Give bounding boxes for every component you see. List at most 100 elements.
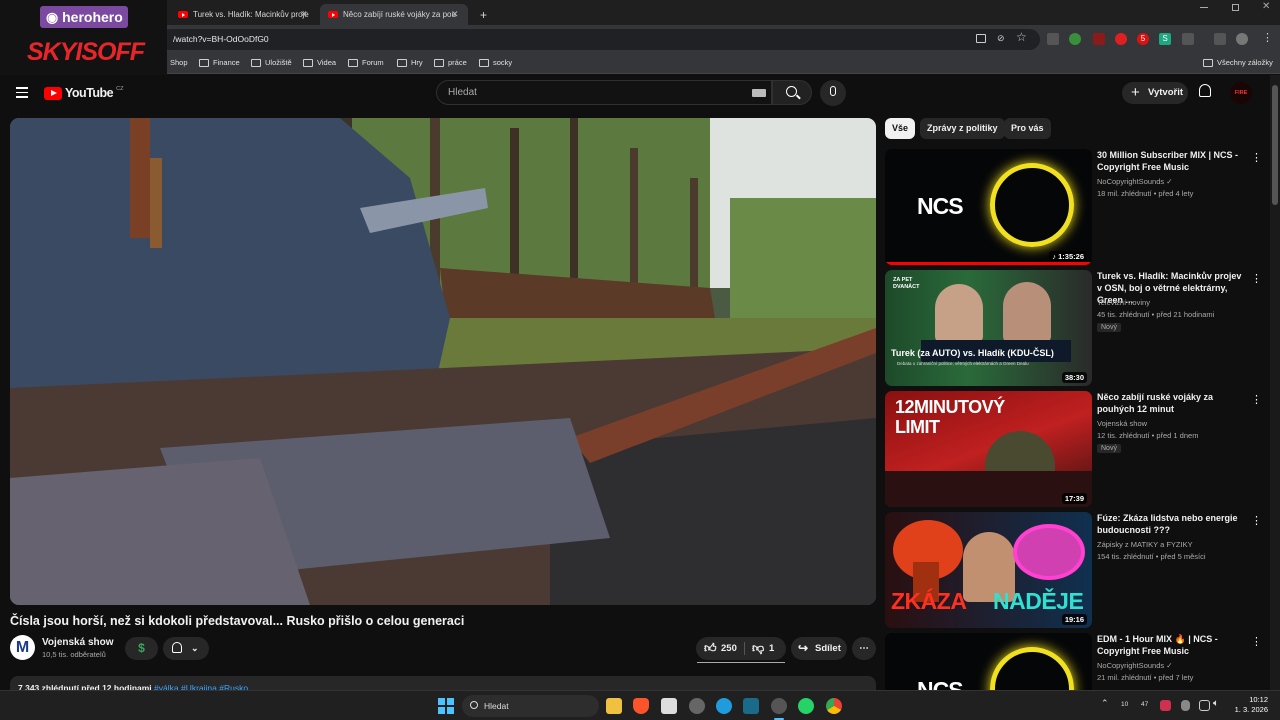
like-dislike-group: 👍︎ 250 👎︎ 1 bbox=[696, 637, 786, 660]
bookmark-socky[interactable]: socky bbox=[479, 58, 512, 67]
channel-name[interactable]: Vojenská show bbox=[1097, 419, 1147, 428]
video-thumbnail[interactable]: 12MINUTOVÝ LIMIT 17:39 bbox=[885, 391, 1092, 507]
create-button[interactable]: + Vytvořit bbox=[1122, 82, 1188, 104]
tab-close-icon[interactable]: ✕ bbox=[451, 4, 459, 25]
eye-off-icon[interactable]: ⊘ bbox=[997, 33, 1005, 44]
video-title[interactable]: Fúze: Zkáza lidstva nebo energie budoucn… bbox=[1097, 512, 1245, 536]
chrome-icon[interactable] bbox=[826, 698, 842, 714]
search-button[interactable] bbox=[772, 80, 812, 105]
taskbar-search[interactable]: Hledat bbox=[462, 695, 599, 717]
thumbs-down-icon[interactable]: 👎︎ bbox=[752, 637, 764, 660]
tab-close-icon[interactable]: ✕ bbox=[300, 4, 308, 25]
app-icon[interactable] bbox=[689, 698, 705, 714]
voice-search-button[interactable] bbox=[820, 80, 846, 106]
extension-glasses-icon[interactable] bbox=[1047, 33, 1059, 45]
profile-avatar-icon[interactable] bbox=[1236, 33, 1248, 45]
reading-list-icon[interactable] bbox=[1214, 33, 1226, 45]
tray-chevron-up-icon[interactable]: ⌃ bbox=[1101, 698, 1109, 709]
bookmark-videa[interactable]: Videa bbox=[303, 58, 336, 67]
more-options-icon[interactable]: ⋮ bbox=[1251, 514, 1262, 527]
browser-tab[interactable]: Turek vs. Hladík: Macinkův proje bbox=[170, 4, 318, 25]
more-options-icon[interactable]: ⋮ bbox=[1251, 635, 1257, 648]
hamburger-menu-icon[interactable] bbox=[16, 87, 28, 98]
windows-start-icon[interactable] bbox=[438, 698, 454, 714]
browser-menu-icon[interactable]: ⋮ bbox=[1262, 31, 1273, 44]
active-app-icon[interactable] bbox=[771, 698, 787, 714]
more-options-icon[interactable]: ⋮ bbox=[1251, 272, 1262, 285]
all-bookmarks[interactable]: Všechny záložky bbox=[1203, 58, 1273, 67]
chip-for-you[interactable]: Pro vás bbox=[1004, 118, 1051, 139]
video-thumbnail[interactable]: ZKÁZA NADĚJE 19:16 bbox=[885, 512, 1092, 628]
url-field[interactable]: /watch?v=BH-OdOoDfG0 bbox=[160, 29, 1040, 50]
search-icon bbox=[470, 701, 478, 709]
folder-icon bbox=[199, 58, 209, 67]
more-options-icon[interactable]: ⋮ bbox=[1251, 393, 1262, 406]
video-thumbnail[interactable]: ZA PET DVANÁCT Turek (za AUTO) vs. Hladík… bbox=[885, 270, 1092, 386]
video-thumbnail[interactable]: NCS ♪ 1:35:26 bbox=[885, 149, 1092, 265]
video-player[interactable] bbox=[10, 118, 876, 605]
extension-s-icon[interactable]: S bbox=[1159, 33, 1171, 45]
file-explorer-icon[interactable] bbox=[606, 698, 622, 714]
system-clock[interactable]: 10:12 1. 3. 2026 bbox=[1232, 695, 1268, 715]
calculator-icon[interactable] bbox=[661, 698, 677, 714]
channel-name[interactable]: Zápisky z MATIKY a FYZIKY bbox=[1097, 540, 1193, 549]
keyboard-icon[interactable] bbox=[752, 89, 766, 97]
volume-icon[interactable]: 🔈︎ bbox=[1213, 698, 1219, 709]
app-tile-icon[interactable] bbox=[743, 698, 759, 714]
thumbs-up-icon[interactable]: 👍︎ bbox=[704, 637, 717, 660]
search-input[interactable]: Hledat bbox=[436, 80, 772, 105]
channel-name[interactable]: Vojenská show bbox=[42, 637, 114, 648]
tray-app-icon[interactable] bbox=[1160, 700, 1171, 711]
extension-audio-icon[interactable] bbox=[1093, 33, 1105, 45]
account-avatar[interactable]: FIRE OFF bbox=[1230, 82, 1252, 104]
page-scrollbar[interactable] bbox=[1270, 75, 1280, 690]
maximize-icon[interactable] bbox=[1232, 4, 1239, 11]
more-actions-button[interactable]: ⋯ bbox=[852, 637, 876, 660]
new-tab-button[interactable]: + bbox=[472, 4, 495, 25]
video-title[interactable]: EDM - 1 Hour MIX 🔥 | NCS - Copyright Fre… bbox=[1097, 633, 1245, 657]
close-window-icon[interactable]: ✕ bbox=[1262, 1, 1270, 12]
extensions-puzzle-icon[interactable] bbox=[1182, 33, 1194, 45]
notifications-bell-icon[interactable] bbox=[1199, 84, 1211, 97]
network-icon[interactable] bbox=[1199, 700, 1210, 711]
minimize-icon[interactable] bbox=[1200, 7, 1208, 8]
share-button[interactable]: ↪ Sdílet bbox=[791, 637, 847, 660]
install-app-icon[interactable] bbox=[976, 34, 986, 43]
recommended-video[interactable]: ZKÁZA NADĚJE 19:16 Fúze: Zkáza lidstva n… bbox=[885, 512, 1262, 630]
bookmark-uloziste[interactable]: Uložiště bbox=[251, 58, 292, 67]
browser-tab-active[interactable]: Něco zabíjí ruské vojáky za pou bbox=[320, 4, 468, 25]
channel-name[interactable]: NoCopyrightSounds ✓ bbox=[1097, 177, 1173, 186]
extension-badge-icon[interactable]: 5 bbox=[1137, 33, 1149, 45]
more-options-icon[interactable]: ⋮ bbox=[1251, 151, 1262, 164]
brave-browser-icon[interactable] bbox=[633, 698, 649, 714]
chip-politics-news[interactable]: Zprávy z politiky bbox=[920, 118, 1005, 139]
bookmark-star-icon[interactable]: ☆ bbox=[1016, 30, 1027, 44]
youtube-logo[interactable]: YouTube CZ bbox=[44, 86, 123, 100]
microphone-tray-icon[interactable] bbox=[1181, 700, 1190, 711]
channel-name[interactable]: NoCopyrightSounds ✓ bbox=[1097, 661, 1173, 670]
channel-name[interactable]: Televizní noviny bbox=[1097, 298, 1150, 307]
bookmark-forum[interactable]: Forum bbox=[348, 58, 384, 67]
scrollbar-thumb[interactable] bbox=[1272, 85, 1278, 205]
video-title[interactable]: Něco zabíjí ruské vojáky za pouhých 12 m… bbox=[1097, 391, 1245, 415]
chip-all[interactable]: Vše bbox=[885, 118, 916, 139]
extension-green-icon[interactable] bbox=[1069, 33, 1081, 45]
recommended-video[interactable]: ZA PET DVANÁCT Turek (za AUTO) vs. Hladík… bbox=[885, 270, 1262, 388]
subscribed-bell-button[interactable]: ⌄ bbox=[163, 637, 209, 660]
join-dollar-button[interactable]: $ bbox=[125, 637, 158, 660]
bookmark-hry[interactable]: Hry bbox=[397, 58, 423, 67]
channel-avatar[interactable]: M bbox=[10, 635, 35, 660]
like-count[interactable]: 250 bbox=[721, 637, 737, 660]
bookmark-finance[interactable]: Finance bbox=[199, 58, 240, 67]
bookmark-shop[interactable]: Shop bbox=[170, 58, 188, 67]
video-thumbnail[interactable]: NCS bbox=[885, 633, 1092, 690]
dislike-count[interactable]: 1 bbox=[769, 637, 774, 660]
recommended-video[interactable]: NCS EDM - 1 Hour MIX 🔥 | NCS - Copyright… bbox=[885, 633, 1257, 690]
extension-youtube-icon[interactable] bbox=[1115, 33, 1127, 45]
recommended-video[interactable]: 12MINUTOVÝ LIMIT 17:39 Něco zabíjí ruské… bbox=[885, 391, 1262, 509]
video-title[interactable]: 30 Million Subscriber MIX | NCS - Copyri… bbox=[1097, 149, 1245, 173]
whatsapp-icon[interactable] bbox=[798, 698, 814, 714]
recommended-video[interactable]: NCS ♪ 1:35:26 30 Million Subscriber MIX … bbox=[885, 149, 1262, 267]
edge-icon[interactable] bbox=[716, 698, 732, 714]
bookmark-prace[interactable]: práce bbox=[434, 58, 467, 67]
